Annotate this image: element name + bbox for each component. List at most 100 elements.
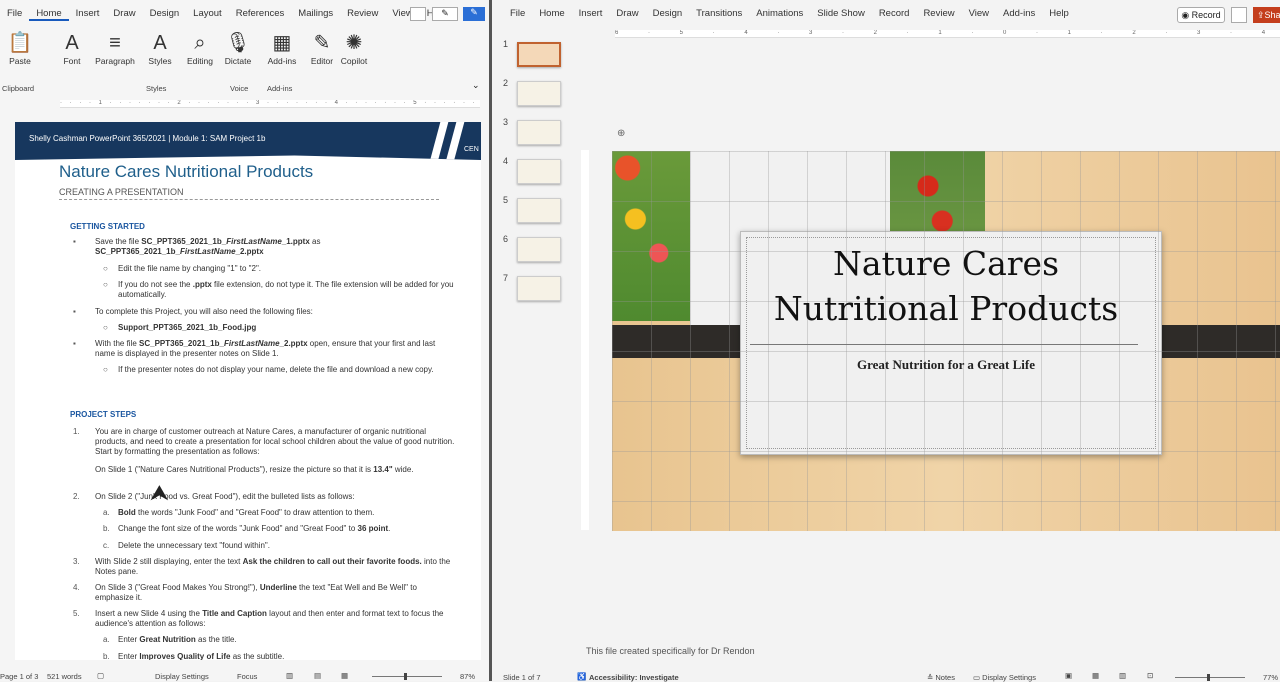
slide-thumbnail-1[interactable] [517,42,561,67]
menu-mailings[interactable]: Mailings [291,8,340,21]
menu-record[interactable]: Record [872,8,917,19]
thumbnail-number: 6 [503,234,509,244]
menu-insert[interactable]: Insert [69,8,107,21]
list-item: With the file SC_PPT365_2021_1b_FirstLas… [95,339,455,359]
paste-button[interactable]: 📋 Paste [0,30,40,66]
add-ins-button[interactable]: ▦ Add-ins [262,30,302,66]
banner-text: Shelly Cashman PowerPoint 365/2021 | Mod… [29,134,266,143]
editing-mode-button[interactable]: ✎ [463,7,485,21]
font-button[interactable]: A Font [52,30,92,66]
menu-draw[interactable]: Draw [106,8,142,21]
notes-pane[interactable]: This file created specifically for Dr Re… [586,646,755,656]
text-run: Save the file [95,237,142,246]
slide-title-line2: Nutritional Products [773,289,1119,328]
slide-subtitle[interactable]: Great Nutrition for a Great Life [612,357,1280,373]
menu-review[interactable]: Review [916,8,961,19]
copilot-icon[interactable]: ⊕ [617,128,625,139]
read-mode-icon[interactable]: ▥ [286,671,293,680]
menu-help[interactable]: Help [1042,8,1076,19]
print-layout-icon[interactable]: ▤ [314,671,321,680]
list-item: Enter Improves Quality of Life as the su… [118,652,455,660]
slide-thumbnail-6[interactable] [517,237,561,262]
comments-button[interactable] [1231,7,1247,23]
text-run: If you do not see the [118,280,193,289]
menu-insert[interactable]: Insert [572,8,610,19]
menu-animations[interactable]: Animations [749,8,810,19]
menu-draw[interactable]: Draw [609,8,645,19]
text-run: On Slide 1 ("Nature Cares Nutritional Pr… [95,465,374,474]
dictate-button[interactable]: 🎙 Dictate [218,30,258,66]
menu-review[interactable]: Review [340,8,385,21]
slide-thumbnail-3[interactable] [517,120,561,145]
slide-title[interactable]: Nature Cares Nutritional Products [612,241,1280,331]
zoom-slider[interactable] [372,673,442,680]
reading-view-icon[interactable]: ▥ [1119,671,1126,680]
web-layout-icon[interactable]: ▦ [341,671,348,680]
list-item: Change the font size of the words "Junk … [118,524,455,534]
accessibility-icon[interactable]: ♿ [577,672,586,681]
focus-button[interactable]: Focus [237,672,257,681]
slide-gridlines [612,151,1280,531]
add-ins-icon: ▦ [272,32,292,54]
ppt-vertical-ruler[interactable] [581,150,589,530]
zoom-level[interactable]: 87% [460,672,475,681]
text-run: Title and Caption [202,609,267,618]
text-run: Ask the children to call out their favor… [242,557,422,566]
list-item: Edit the file name by changing "1" to "2… [118,264,455,274]
menu-references[interactable]: References [229,8,292,21]
slideshow-icon[interactable]: ⊡ [1147,671,1153,680]
slide-canvas[interactable]: Nature Cares Nutritional Products Great N… [612,151,1280,531]
menu-home[interactable]: Home [532,8,571,19]
slide-thumbnail-2[interactable] [517,81,561,106]
copilot-button[interactable]: ✺ Copilot [334,30,374,66]
menu-file[interactable]: File [503,8,532,19]
menu-home[interactable]: Home [29,8,69,21]
zoom-slider[interactable] [1175,674,1245,681]
slide-sorter-icon[interactable]: ▦ [1092,671,1099,680]
slide-thumbnail-7[interactable] [517,276,561,301]
text-run: Delete the unnecessary text "found withi… [118,541,270,550]
pen-icon[interactable]: ✎ [432,7,458,21]
word-ruler[interactable]: · · · · 1 · · · · · · · 2 · · · · · · · … [60,100,480,108]
comments-button[interactable] [410,7,426,21]
text-run: On Slide 3 ("Great Food Makes You Strong… [95,583,260,592]
editing-button[interactable]: ⌕ Editing [180,30,220,66]
menu-design[interactable]: Design [143,8,187,21]
display-settings-button[interactable]: Display Settings [155,672,209,681]
group-voice: Voice [230,84,249,93]
word-count[interactable]: 521 words [47,672,82,681]
collapse-ribbon-icon[interactable]: ⌄ [472,80,480,91]
menu-transitions[interactable]: Transitions [689,8,749,19]
menu-file[interactable]: File [0,8,29,21]
record-button[interactable]: ◉ Record [1177,7,1225,23]
list-marker: 3. [73,557,80,566]
text-run: SC_PPT365_2021_1b_ [139,339,224,348]
list-item: To complete this Project, you will also … [95,307,455,317]
share-button[interactable]: ⇪Sha [1253,7,1280,23]
slide-title-line1: Nature Cares [832,244,1060,283]
text-run: Great Nutrition [139,635,196,644]
paragraph-button[interactable]: ≡ Paragraph [95,30,135,66]
mouse-cursor-icon: ⮝ [150,480,169,505]
document-page[interactable]: Shelly Cashman PowerPoint 365/2021 | Mod… [15,122,481,660]
paste-label: Paste [9,56,31,66]
proofing-icon[interactable]: ▢ [97,671,104,680]
menu-layout[interactable]: Layout [186,8,229,21]
styles-button[interactable]: A Styles [140,30,180,66]
normal-view-icon[interactable]: ▣ [1065,671,1072,680]
text-run: SC_PPT365_2021_1b_ [141,237,227,246]
menu-add-ins[interactable]: Add-ins [996,8,1042,19]
menu-slide-show[interactable]: Slide Show [810,8,872,19]
text-run: . [388,524,391,533]
copilot-icon: ✺ [345,32,363,54]
thumbnail-number: 7 [503,273,509,283]
text-run: With Slide 2 still displaying, enter the… [95,557,243,566]
page-count[interactable]: Page 1 of 3 [0,672,38,681]
slide-thumbnail-4[interactable] [517,159,561,184]
slide-thumbnail-5[interactable] [517,198,561,223]
ppt-horizontal-ruler[interactable]: 6 · 5 · 4 · 3 · 2 · 1 · 0 · 1 · 2 · 3 · … [615,30,1280,38]
text-run: Improves Quality of Life [139,652,231,660]
menu-design[interactable]: Design [646,8,690,19]
share-label: Sha [1264,10,1280,20]
menu-view[interactable]: View [962,8,996,19]
